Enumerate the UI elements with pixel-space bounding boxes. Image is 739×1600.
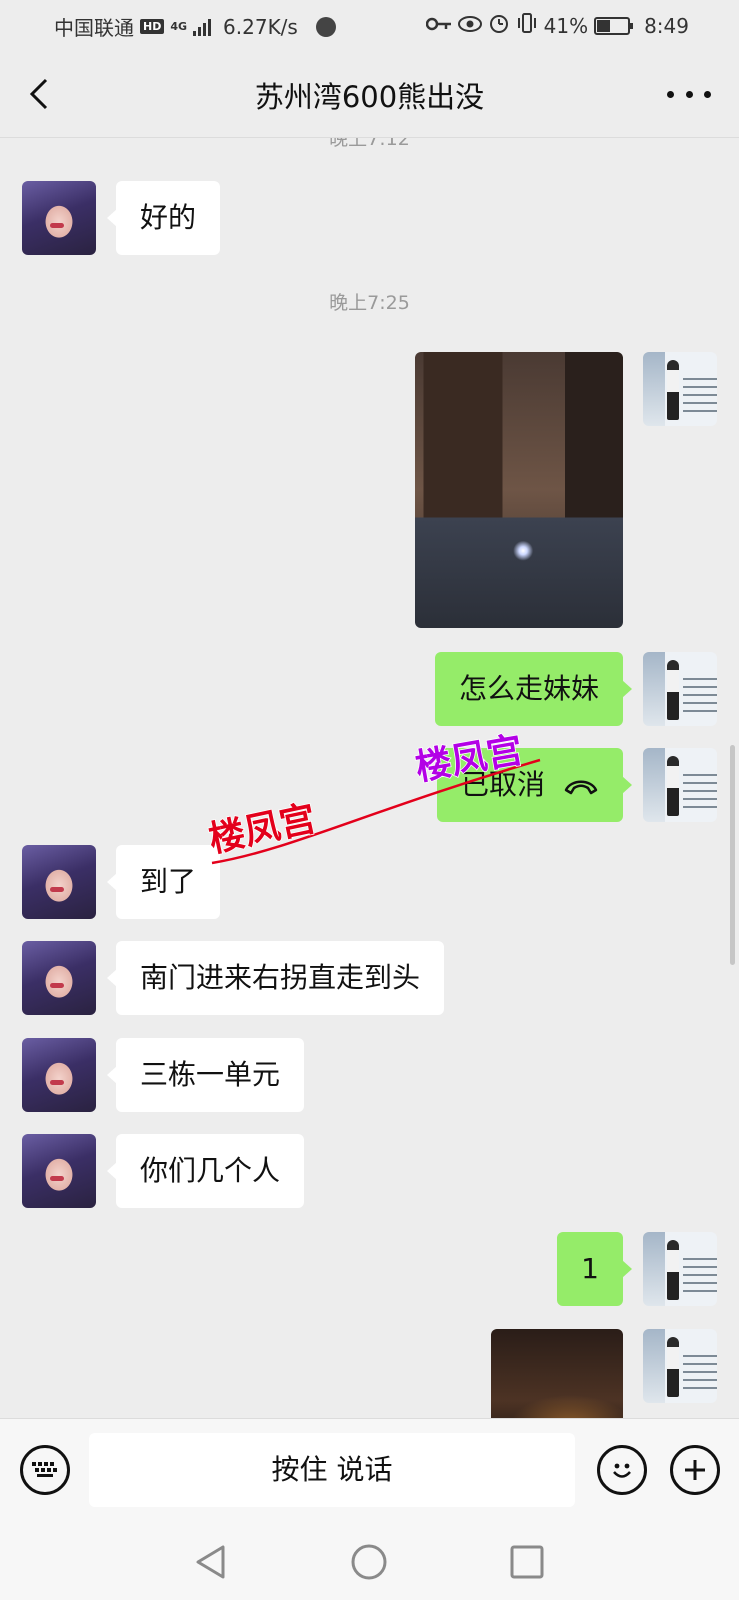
status-bar: 中国联通 HD 4G 6.27K/s 41% 8:49 [0,0,739,50]
vibrate-icon [516,13,538,38]
signal-icon [193,18,212,36]
incoming-message[interactable]: 到了 [106,845,221,919]
network-speed: 6.27K/s [223,14,298,39]
sent-photo[interactable] [491,1329,623,1418]
scrollbar[interactable] [730,745,735,965]
contact-avatar[interactable] [22,1134,96,1208]
carrier-label: 中国联通 [54,16,134,40]
key-icon [425,14,452,38]
incoming-message[interactable]: 南门进来右拐直走到头 [106,941,445,1015]
circle-home-icon [351,1544,387,1580]
nav-home-button[interactable] [349,1542,389,1582]
phone-hangup-icon [563,749,599,823]
input-bar: 按住 说话 [0,1418,739,1522]
emoji-button[interactable] [597,1445,647,1495]
nav-recents-button[interactable] [507,1542,547,1582]
chat-title: 苏州湾600熊出没 [254,80,485,114]
keyboard-icon [32,1462,57,1477]
outgoing-message[interactable]: 1 [557,1232,632,1306]
contact-avatar[interactable] [22,941,96,1015]
timestamp: 晚上7:12 [329,138,410,150]
more-functions-button[interactable] [670,1445,720,1495]
eye-icon [457,14,482,38]
battery-percent: 41% [543,13,589,38]
self-avatar[interactable] [643,352,717,426]
alarm-icon [488,12,510,39]
chat-header: 苏州湾600熊出没 [0,50,739,138]
smiley-icon [613,1463,631,1478]
timestamp: 晚上7:25 [329,292,410,314]
battery-icon [594,16,634,35]
more-dot-icon [704,90,711,98]
square-recents-icon [510,1545,544,1579]
incoming-message[interactable]: 三栋一单元 [106,1038,305,1112]
chat-message-list[interactable]: 晚上7:12 好的 晚上7:25 怎么走妹妹 已取消 到了 南门进来右拐直走到头… [0,138,739,1418]
call-status-label: 已取消 [460,768,545,801]
nav-back-button[interactable] [191,1542,231,1582]
hold-to-talk-button[interactable]: 按住 说话 [89,1433,575,1507]
self-avatar[interactable] [643,748,717,822]
outgoing-message[interactable]: 怎么走妹妹 [434,652,633,726]
contact-avatar[interactable] [22,845,96,919]
system-navigation-bar [0,1522,739,1600]
hd-badge: HD [140,19,165,34]
more-dot-icon [685,90,693,98]
self-avatar[interactable] [643,652,717,726]
more-options-button[interactable] [667,76,711,112]
contact-avatar[interactable] [22,1038,96,1112]
plus-icon [685,1460,705,1480]
self-avatar[interactable] [643,1329,717,1403]
network-type: 4G [170,19,188,33]
contact-avatar[interactable] [22,181,96,255]
sent-photo[interactable] [415,352,623,628]
incoming-message[interactable]: 好的 [106,181,221,255]
keyboard-toggle-button[interactable] [20,1445,70,1495]
triangle-back-icon [196,1545,225,1579]
clock: 8:49 [644,13,689,38]
voice-call-record[interactable]: 已取消 [436,748,633,823]
more-dot-icon [667,90,674,98]
incoming-message[interactable]: 你们几个人 [106,1134,305,1208]
notification-icon [315,16,336,37]
self-avatar[interactable] [643,1232,717,1306]
